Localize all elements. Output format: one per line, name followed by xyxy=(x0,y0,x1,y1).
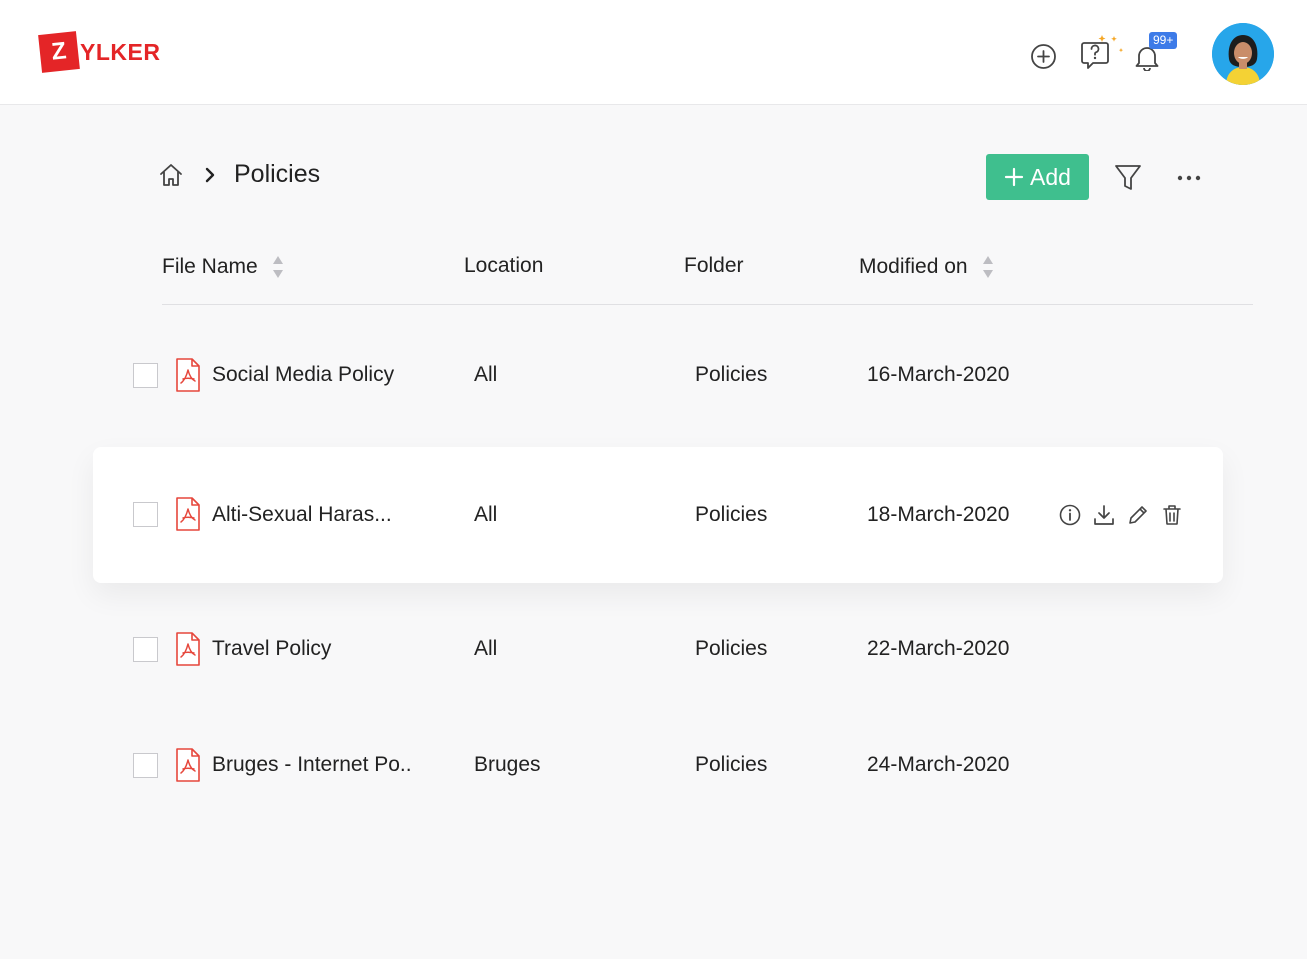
info-icon[interactable] xyxy=(1059,504,1081,526)
page-title: Policies xyxy=(234,160,321,188)
table-row[interactable]: Bruges - Internet Po.. Bruges Policies 2… xyxy=(93,698,1223,834)
help-chat-icon[interactable] xyxy=(1081,34,1127,72)
file-name[interactable]: Alti-Sexual Haras... xyxy=(212,503,392,527)
file-name[interactable]: Bruges - Internet Po.. xyxy=(212,753,412,777)
zylker-logo[interactable]: Z YLKER xyxy=(38,31,161,73)
top-bar: Z YLKER 99+ xyxy=(0,0,1307,105)
add-circle-icon[interactable] xyxy=(1030,43,1057,70)
row-checkbox[interactable] xyxy=(133,753,158,778)
folder: Policies xyxy=(695,363,768,386)
location: All xyxy=(474,503,498,526)
sort-icon[interactable] xyxy=(982,254,994,280)
add-button[interactable]: Add xyxy=(986,154,1089,200)
logo-text: YLKER xyxy=(80,38,161,65)
column-header-folder: Folder xyxy=(684,254,744,278)
file-name[interactable]: Social Media Policy xyxy=(212,363,394,387)
row-checkbox[interactable] xyxy=(133,502,158,527)
column-header-modified-on[interactable]: Modified on xyxy=(859,254,994,280)
modified-date: 24-March-2020 xyxy=(867,753,1010,776)
modified-date: 18-March-2020 xyxy=(867,503,1010,526)
more-horizontal-icon[interactable] xyxy=(1175,168,1203,193)
edit-icon[interactable] xyxy=(1127,504,1149,526)
modified-date: 16-March-2020 xyxy=(867,363,1010,386)
folder: Policies xyxy=(695,637,768,660)
file-name[interactable]: Travel Policy xyxy=(212,637,331,661)
sort-icon[interactable] xyxy=(272,254,284,280)
pdf-file-icon xyxy=(175,631,201,672)
column-label: Modified on xyxy=(859,255,968,278)
folder: Policies xyxy=(695,503,768,526)
column-label: Location xyxy=(464,254,544,277)
column-label: Folder xyxy=(684,254,744,277)
add-button-label: Add xyxy=(1030,163,1071,190)
pdf-file-icon xyxy=(175,357,201,398)
row-checkbox[interactable] xyxy=(133,637,158,662)
breadcrumb: Policies xyxy=(158,160,320,189)
download-icon[interactable] xyxy=(1093,504,1115,526)
location: All xyxy=(474,637,498,660)
plus-icon xyxy=(1004,167,1024,187)
pdf-file-icon xyxy=(175,496,201,537)
filter-icon[interactable] xyxy=(1114,163,1142,198)
notification-badge: 99+ xyxy=(1149,32,1178,49)
location: All xyxy=(474,363,498,386)
column-header-file-name[interactable]: File Name xyxy=(162,254,284,280)
delete-icon[interactable] xyxy=(1161,504,1183,526)
header-divider xyxy=(162,304,1253,305)
modified-date: 22-March-2020 xyxy=(867,637,1010,660)
row-actions xyxy=(1059,504,1183,526)
table-row-hovered[interactable]: Alti-Sexual Haras... All Policies 18-Mar… xyxy=(93,447,1223,583)
pdf-file-icon xyxy=(175,747,201,788)
folder: Policies xyxy=(695,753,768,776)
row-checkbox[interactable] xyxy=(133,363,158,388)
chevron-right-icon xyxy=(204,166,216,184)
user-avatar[interactable] xyxy=(1212,23,1274,85)
column-header-location: Location xyxy=(464,254,543,278)
logo-mark: Z xyxy=(38,31,80,73)
table-row[interactable]: Social Media Policy All Policies 16-Marc… xyxy=(93,308,1223,444)
home-icon[interactable] xyxy=(158,162,184,188)
column-label: File Name xyxy=(162,255,258,278)
location: Bruges xyxy=(474,753,541,776)
